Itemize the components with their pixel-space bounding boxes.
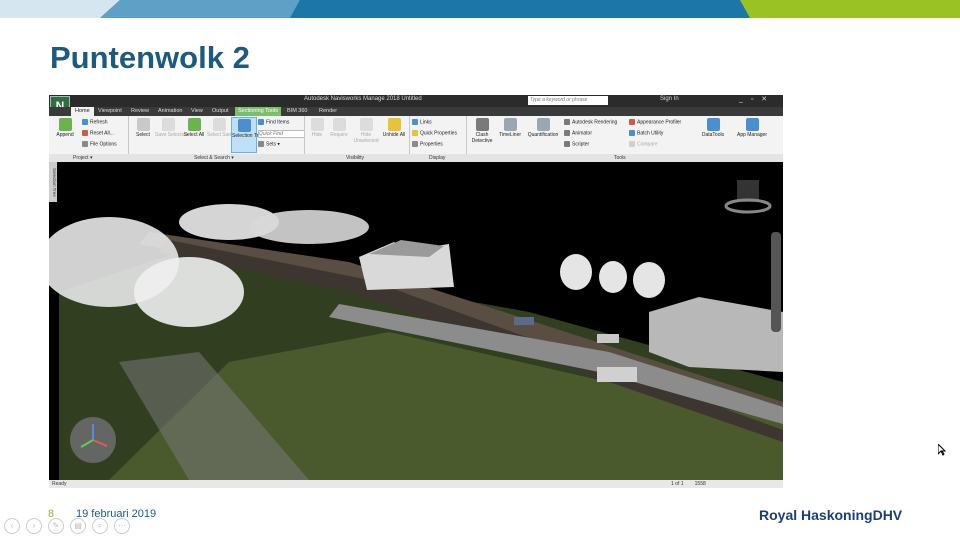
require-icon: [332, 118, 346, 131]
unhide-all-button[interactable]: Unhide All: [382, 118, 406, 138]
tab-render[interactable]: Render: [319, 107, 337, 116]
append-icon: [58, 118, 72, 131]
mouse-cursor-icon: [938, 444, 946, 456]
status-page: 1 of 1 1558: [671, 481, 706, 487]
point-cloud-viewport[interactable]: [49, 162, 783, 480]
timeliner-button[interactable]: TimeLiner: [497, 118, 523, 138]
app-titlebar: Autodesk Navisworks Manage 2018 Untitled…: [49, 95, 783, 107]
sets-dropdown[interactable]: Sets ▾: [258, 141, 280, 147]
datatools-button[interactable]: DataTools: [699, 118, 727, 138]
animator-icon: [564, 130, 570, 136]
tab-view[interactable]: View: [191, 107, 203, 116]
select-same-button[interactable]: Select Same: [207, 118, 235, 138]
tab-review[interactable]: Review: [131, 107, 149, 116]
ribbon-tabs: Home Viewpoint Review Animation View Out…: [49, 107, 783, 116]
hide-unselected-button[interactable]: Hide Unselected: [351, 118, 381, 144]
pen-icon[interactable]: ✎: [48, 518, 64, 534]
sets-icon: [258, 141, 264, 147]
tab-viewpoint[interactable]: Viewpoint: [98, 107, 122, 116]
cursor-icon: [136, 118, 150, 131]
app-title: Autodesk Navisworks Manage 2018 Untitled: [304, 96, 422, 102]
quick-find-input[interactable]: Quick Find: [258, 130, 305, 138]
quantification-icon: [536, 118, 550, 131]
animator-button[interactable]: Animator: [564, 130, 592, 136]
file-options-button[interactable]: File Options: [82, 141, 117, 147]
hide-button[interactable]: Hide: [308, 118, 326, 138]
links-button[interactable]: Links: [412, 119, 432, 125]
refresh-icon: [82, 119, 88, 125]
file-options-icon: [82, 141, 88, 147]
batch-utility-icon: [629, 130, 635, 136]
tab-sectioning-tools[interactable]: Sectioning Tools: [235, 107, 281, 116]
compare-icon: [629, 141, 635, 147]
require-button[interactable]: Require: [327, 118, 351, 138]
panel-tools-label: Tools: [614, 155, 626, 161]
clash-detective-button[interactable]: Clash Detective: [469, 118, 495, 144]
quick-properties-button[interactable]: Quick Properties: [412, 130, 457, 136]
previous-slide-icon[interactable]: ‹: [4, 518, 20, 534]
links-icon: [412, 119, 418, 125]
reset-icon: [82, 130, 88, 136]
appearance-profiler-icon: [629, 119, 635, 125]
refresh-button[interactable]: Refresh: [82, 119, 108, 125]
select-same-icon: [212, 118, 226, 131]
tab-animation[interactable]: Animation: [158, 107, 182, 116]
quantification-button[interactable]: Quantification: [525, 118, 561, 138]
selection-tree-button[interactable]: Selection Tree: [231, 117, 264, 153]
more-options-icon[interactable]: ⋯: [114, 518, 130, 534]
datatools-icon: [706, 118, 720, 131]
find-items-icon: [258, 119, 264, 125]
top-banner: [0, 0, 960, 18]
app-manager-icon: [745, 118, 759, 131]
reset-all-button[interactable]: Reset All...: [82, 130, 114, 136]
rendering-icon: [564, 119, 570, 125]
window-controls[interactable]: _ ▫ ✕: [739, 95, 770, 103]
panel-display-label: Display: [429, 155, 446, 161]
timeliner-icon: [503, 118, 517, 131]
select-button[interactable]: Select: [132, 118, 154, 138]
select-all-button[interactable]: Select All: [182, 118, 206, 138]
slide-date: 19 februari 2019: [76, 508, 157, 520]
quick-properties-icon: [412, 130, 418, 136]
navisworks-screenshot: Autodesk Navisworks Manage 2018 Untitled…: [49, 95, 783, 488]
panel-select-search-label[interactable]: Select & Search ▾: [194, 154, 234, 162]
panel-visibility-label: Visibility: [346, 155, 364, 161]
slide-title: Puntenwolk 2: [50, 40, 250, 75]
status-bar: Ready 1 of 1 1558: [49, 480, 783, 488]
hide-icon: [310, 118, 324, 131]
autodesk-rendering-button[interactable]: Autodesk Rendering: [564, 119, 617, 125]
find-items-button[interactable]: Find Items: [258, 119, 289, 125]
properties-button[interactable]: Properties: [412, 141, 443, 147]
brand-logo: Royal HaskoningDHV: [759, 507, 903, 523]
tab-bim360[interactable]: BIM 360: [287, 107, 307, 116]
help-search-input[interactable]: Type a keyword or phrase: [528, 96, 608, 105]
properties-icon: [412, 141, 418, 147]
save-selection-button[interactable]: Save Selection: [155, 118, 188, 138]
unhide-all-icon: [387, 118, 401, 131]
tab-output[interactable]: Output: [212, 107, 229, 116]
slides-overview-icon[interactable]: ▤: [70, 518, 86, 534]
panel-project-label[interactable]: Project ▾: [73, 154, 92, 162]
selection-tree-icon: [237, 119, 251, 132]
save-selection-icon: [161, 118, 175, 131]
append-button[interactable]: Append: [53, 118, 77, 138]
tab-home[interactable]: Home: [71, 107, 94, 116]
select-all-icon: [187, 118, 201, 131]
appearance-profiler-button[interactable]: Appearance Profiler: [629, 119, 681, 125]
ribbon: Append Refresh Reset All... File Options…: [49, 116, 783, 155]
zoom-icon[interactable]: ⌕: [92, 518, 108, 534]
hide-unselected-icon: [359, 118, 373, 131]
scripter-icon: [564, 141, 570, 147]
clash-detective-icon: [475, 118, 489, 131]
compare-button[interactable]: Compare: [629, 141, 658, 147]
sign-in-button[interactable]: Sign In: [660, 96, 679, 102]
scripter-button[interactable]: Scripter: [564, 141, 589, 147]
app-manager-button[interactable]: App Manager: [733, 118, 771, 138]
next-slide-icon[interactable]: ›: [26, 518, 42, 534]
batch-utility-button[interactable]: Batch Utility: [629, 130, 663, 136]
selection-tree-side-tab[interactable]: Selection Tree: [49, 162, 57, 202]
status-text: Ready: [52, 481, 67, 487]
